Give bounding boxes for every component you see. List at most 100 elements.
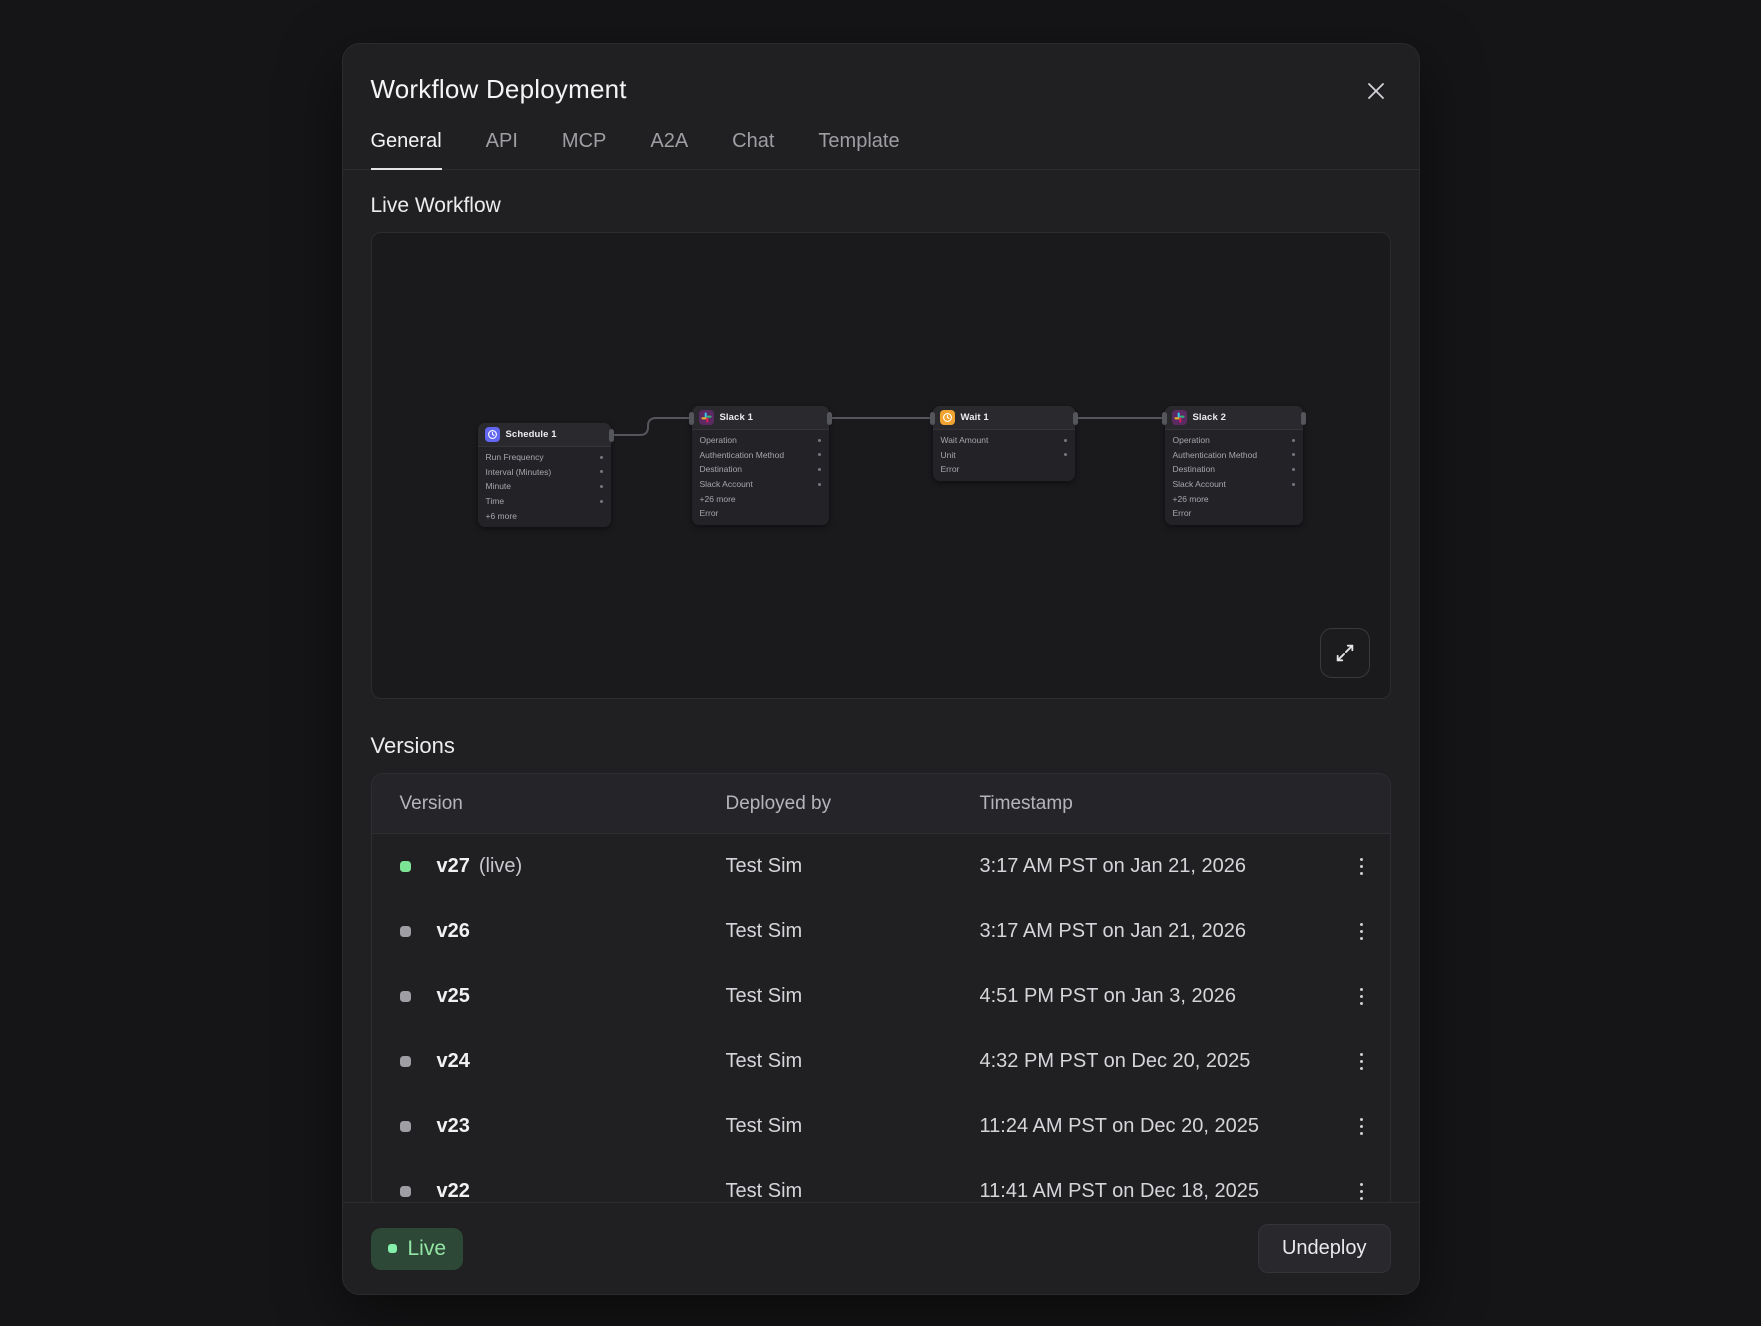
status-badge-label: Live <box>408 1237 447 1261</box>
tab-a2a[interactable]: A2A <box>650 130 688 170</box>
version-status-dot-icon <box>400 1186 411 1197</box>
node-param-label: Authentication Method <box>700 450 785 460</box>
tab-api[interactable]: API <box>486 130 518 170</box>
tab-template[interactable]: Template <box>818 130 899 170</box>
version-label: v23 <box>437 1115 470 1138</box>
version-cell: v27(live) <box>400 855 726 878</box>
node-extra-row: +6 more <box>478 508 611 523</box>
row-menu-button[interactable] <box>1352 915 1372 949</box>
node-param-row: Unit <box>933 448 1075 463</box>
version-status-dot-icon <box>400 861 411 872</box>
param-port-dot-icon <box>600 456 603 459</box>
param-port-dot-icon <box>818 453 821 456</box>
node-extra-label: Error <box>700 508 719 518</box>
row-menu-button[interactable] <box>1352 1045 1372 1079</box>
node-output-port[interactable] <box>827 412 832 425</box>
workflow-node-schedule-1[interactable]: Schedule 1 Run Frequency Interval (Minutes… <box>478 423 611 527</box>
param-port-dot-icon <box>1064 439 1067 442</box>
version-label: v27 <box>437 855 470 878</box>
node-input-port[interactable] <box>689 412 694 425</box>
modal-footer: Live Undeploy <box>343 1202 1419 1294</box>
version-status-dot-icon <box>400 1056 411 1067</box>
table-row: v23Test Sim11:24 AM PST on Dec 20, 2025 <box>372 1094 1390 1159</box>
version-label: v25 <box>437 985 470 1008</box>
node-param-row: Interval (Minutes) <box>478 465 611 480</box>
workflow-node-slack-2[interactable]: Slack 2OperationAuthentication MethodDes… <box>1165 406 1303 525</box>
column-header-deployed-by: Deployed by <box>726 793 980 815</box>
node-body: Run Frequency Interval (Minutes)Minute Tim… <box>478 447 611 527</box>
node-extra-row: +26 more <box>1165 491 1303 506</box>
node-extra-label: +6 more <box>486 511 517 521</box>
node-header: Slack 1 <box>692 406 829 430</box>
node-param-row: Authentication Method <box>692 448 829 463</box>
node-param-row: Time <box>478 494 611 509</box>
node-param-row: Destination <box>692 462 829 477</box>
node-output-port[interactable] <box>1073 412 1078 425</box>
timestamp-cell: 3:17 AM PST on Jan 21, 2026 <box>980 855 1334 878</box>
node-param-row: Minute <box>478 479 611 494</box>
expand-preview-button[interactable] <box>1320 628 1370 678</box>
node-input-port[interactable] <box>930 412 935 425</box>
row-menu-button[interactable] <box>1352 980 1372 1014</box>
node-title: Wait 1 <box>961 412 989 423</box>
workflow-deployment-modal: Workflow Deployment General API MCP A2A Chat… <box>342 43 1420 1295</box>
tab-general[interactable]: General <box>371 130 442 170</box>
deployed-by-cell: Test Sim <box>726 920 980 943</box>
table-row: v22Test Sim11:41 AM PST on Dec 18, 2025 <box>372 1159 1390 1202</box>
node-output-port[interactable] <box>1301 412 1306 425</box>
version-cell: v22 <box>400 1180 726 1202</box>
node-body: OperationAuthentication MethodDestinatio… <box>1165 430 1303 525</box>
version-label: v22 <box>437 1180 470 1202</box>
table-row: v26Test Sim3:17 AM PST on Jan 21, 2026 <box>372 899 1390 964</box>
node-header: Schedule 1 <box>478 423 611 447</box>
node-param-row: Wait Amount <box>933 433 1075 448</box>
node-output-port[interactable] <box>609 429 614 442</box>
status-badge: Live <box>371 1228 464 1270</box>
node-param-row: Run Frequency <box>478 450 611 465</box>
deployed-by-cell: Test Sim <box>726 1115 980 1138</box>
node-header: Wait 1 <box>933 406 1075 430</box>
slack-icon <box>699 410 714 425</box>
node-param-row: Operation <box>1165 433 1303 448</box>
row-menu-button[interactable] <box>1352 1175 1372 1202</box>
node-param-label: Time <box>486 496 505 506</box>
node-extra-label: Error <box>1173 508 1192 518</box>
node-param-label: Destination <box>700 464 743 474</box>
workflow-node-wait-1[interactable]: Wait 1Wait AmountUnitError <box>933 406 1075 481</box>
workflow-node-slack-1[interactable]: Slack 1 Operation Authentication Method Des… <box>692 406 829 525</box>
page-title: Workflow Deployment <box>371 74 627 105</box>
node-param-row: Operation <box>692 433 829 448</box>
param-port-dot-icon <box>818 483 821 486</box>
node-param-label: Minute <box>486 481 512 491</box>
close-button[interactable] <box>1361 76 1391 106</box>
modal-content: Live Workflow Schedule 1Run FrequencyInt… <box>343 170 1419 1202</box>
version-cell: v24 <box>400 1050 726 1073</box>
deployed-by-cell: Test Sim <box>726 855 980 878</box>
tab-mcp[interactable]: MCP <box>562 130 606 170</box>
undeploy-button[interactable]: Undeploy <box>1258 1224 1391 1273</box>
version-cell: v26 <box>400 920 726 943</box>
node-param-label: Slack Account <box>700 479 753 489</box>
node-param-row: Authentication Method <box>1165 448 1303 463</box>
tab-chat[interactable]: Chat <box>732 130 774 170</box>
table-row: v25Test Sim4:51 PM PST on Jan 3, 2026 <box>372 964 1390 1029</box>
param-port-dot-icon <box>1292 453 1295 456</box>
row-menu-button[interactable] <box>1352 1110 1372 1144</box>
node-extra-label: +26 more <box>1173 494 1209 504</box>
timestamp-cell: 4:32 PM PST on Dec 20, 2025 <box>980 1050 1334 1073</box>
timestamp-cell: 3:17 AM PST on Jan 21, 2026 <box>980 920 1334 943</box>
versions-table-body: v27(live)Test Sim3:17 AM PST on Jan 21, … <box>372 834 1390 1202</box>
workflow-canvas[interactable]: Schedule 1 Run Frequency Interval (Minutes… <box>371 232 1391 699</box>
node-param-label: Unit <box>941 450 956 460</box>
node-extra-row: +26 more <box>692 491 829 506</box>
versions-table-header: Version Deployed by Timestamp <box>372 774 1390 834</box>
node-input-port[interactable] <box>1162 412 1167 425</box>
param-port-dot-icon <box>1292 483 1295 486</box>
node-body: Operation Authentication Method Destinatio… <box>692 430 829 525</box>
node-title: Slack 1 <box>720 412 753 423</box>
node-param-label: Run Frequency <box>486 452 544 462</box>
column-header-timestamp: Timestamp <box>980 793 1334 815</box>
table-row: v27(live)Test Sim3:17 AM PST on Jan 21, … <box>372 834 1390 899</box>
version-status-dot-icon <box>400 1121 411 1132</box>
row-menu-button[interactable] <box>1352 850 1372 884</box>
